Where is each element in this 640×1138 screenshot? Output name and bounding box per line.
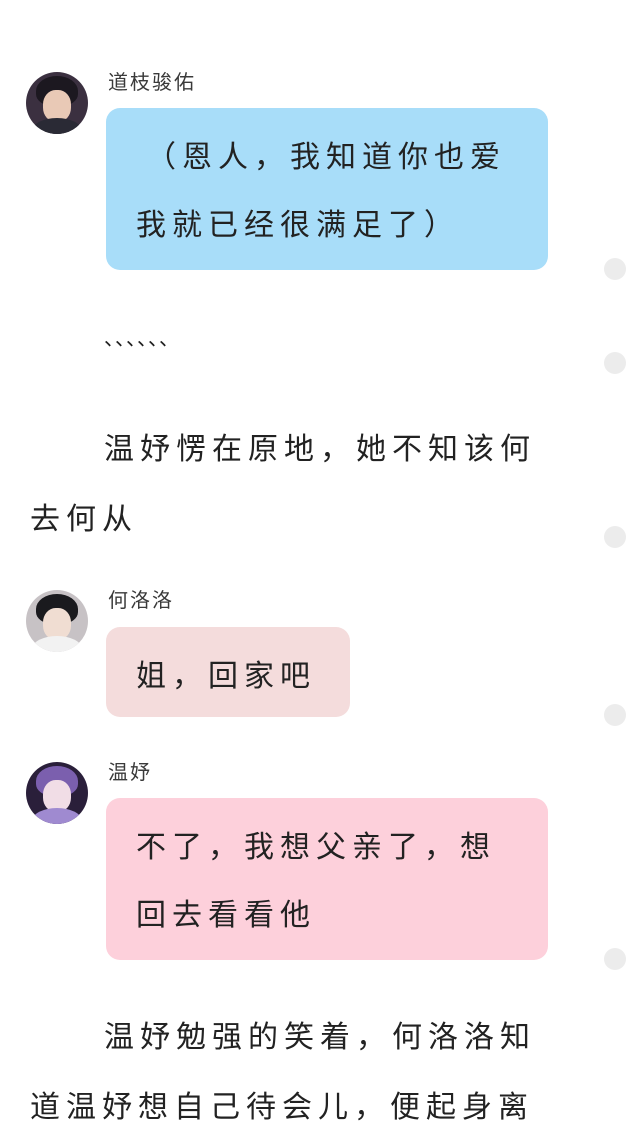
sender-name: 温妤 bbox=[108, 760, 152, 784]
sender-name: 何洛洛 bbox=[108, 588, 174, 612]
narration-ellipsis: 、、、、、、 bbox=[104, 326, 180, 350]
avatar-michieda[interactable] bbox=[26, 72, 88, 134]
scroll-dot-icon bbox=[604, 948, 626, 970]
narration-line: 温妤勉强的笑着，何洛洛知 bbox=[104, 1020, 536, 1055]
bubble-line: 姐，回家吧 bbox=[136, 659, 316, 694]
chat-bubble-pink: 不了，我想父亲了，想 回去看看他 bbox=[106, 798, 548, 960]
scroll-dot-icon bbox=[604, 258, 626, 280]
scroll-dot-icon bbox=[604, 526, 626, 548]
avatar-heluoluo[interactable] bbox=[26, 590, 88, 652]
narration-line: 道温妤想自己待会儿，便起身离 bbox=[30, 1090, 534, 1125]
bubble-line: （恩人，我知道你也爱 bbox=[146, 140, 506, 175]
narration-line: 去何从 bbox=[30, 502, 138, 537]
avatar-wenyu[interactable] bbox=[26, 762, 88, 824]
chat-bubble-beige: 姐，回家吧 bbox=[106, 627, 350, 717]
bubble-line: 不了，我想父亲了，想 bbox=[136, 830, 496, 865]
bubble-line: 我就已经很满足了） bbox=[136, 208, 460, 243]
chat-bubble-blue: （恩人，我知道你也爱 我就已经很满足了） bbox=[106, 108, 548, 270]
narration-line: 温妤愣在原地，她不知该何 bbox=[104, 432, 536, 467]
bubble-line: 回去看看他 bbox=[136, 898, 316, 933]
sender-name: 道枝骏佑 bbox=[108, 70, 196, 94]
scroll-dot-icon bbox=[604, 352, 626, 374]
scroll-dot-icon bbox=[604, 704, 626, 726]
